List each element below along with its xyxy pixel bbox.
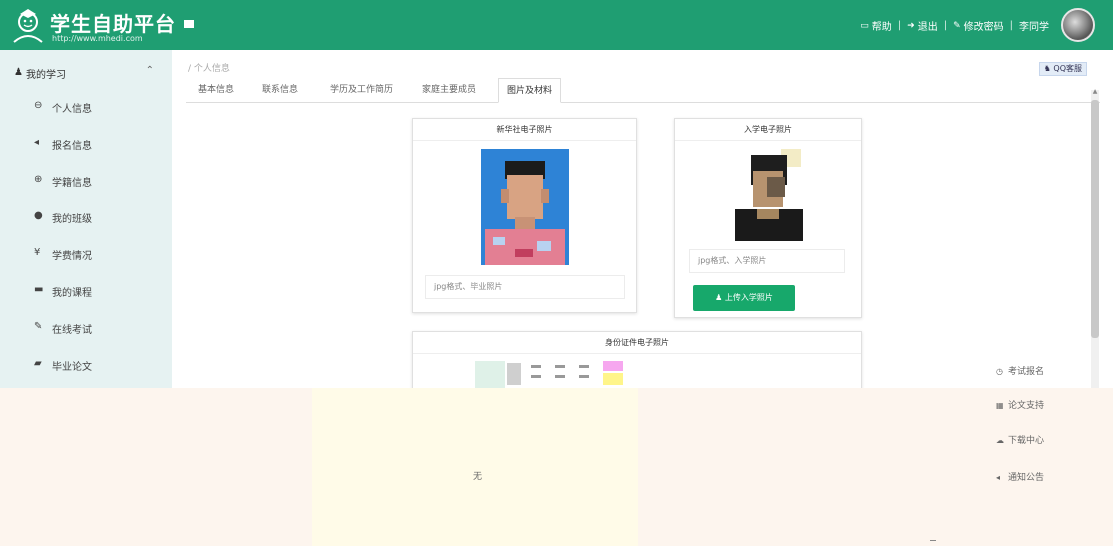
- sidebar-item-student-status[interactable]: ⊕ 学籍信息: [0, 162, 172, 198]
- header-links: ▭ 帮助 | ➜ 退出 | ✎ 修改密码 | 李同学: [860, 18, 1049, 33]
- user-avatar[interactable]: [1061, 8, 1095, 42]
- username-link[interactable]: 李同学: [1019, 18, 1049, 33]
- sidebar-item-label: 在线考试: [52, 325, 92, 336]
- sidebar-item-online-exam[interactable]: ✎ 在线考试: [0, 309, 172, 345]
- sidebar-item-tuition[interactable]: ¥ 学费情况: [0, 235, 172, 271]
- student-logo-icon: [13, 9, 43, 43]
- quick-link-download-center[interactable]: ☁ 下载中心: [996, 433, 1044, 446]
- panel-title: 身份证件电子照片: [413, 332, 861, 354]
- tab-education-resume[interactable]: 学历及工作简历: [322, 78, 401, 103]
- qq-support-button[interactable]: ♞ QQ客服: [1038, 62, 1087, 76]
- scroll-up-arrow[interactable]: ▲: [1091, 88, 1099, 95]
- enrollment-photo-image: [731, 147, 807, 241]
- sidebar-item-label: 毕业论文: [52, 362, 92, 373]
- clock-icon: ◷: [996, 367, 1003, 376]
- user-icon: ♟: [715, 293, 725, 302]
- circle-icon: ●: [34, 210, 43, 221]
- sidebar-item-my-courses[interactable]: ▬ 我的课程: [0, 272, 172, 308]
- app-root: 学生自助平台 http://www.mhedi.com ▭ 帮助 | ➜ 退出 | …: [0, 0, 1113, 546]
- cloud-download-icon: ☁: [996, 436, 1004, 445]
- overlay-quick-links-area: [966, 388, 1113, 546]
- tab-contact-info[interactable]: 联系信息: [254, 78, 306, 103]
- panel-title: 入学电子照片: [675, 119, 861, 141]
- upload-enrollment-photo-button[interactable]: ♟ 上传入学照片: [693, 285, 795, 311]
- tab-images-materials[interactable]: 图片及材料: [498, 78, 562, 103]
- grid-icon: ▦: [996, 401, 1004, 410]
- enrollment-photo-panel: 入学电子照片 jpg格式、入学照片 ♟ 上传入学照片: [674, 118, 862, 318]
- platform-logo[interactable]: 学生自助平台 http://www.mhedi.com: [10, 4, 175, 46]
- help-link[interactable]: ▭ 帮助: [860, 18, 892, 34]
- globe-icon: ⊕: [34, 174, 43, 185]
- empty-text: 无: [473, 472, 483, 482]
- tab-family-members[interactable]: 家庭主要成员: [414, 78, 484, 103]
- tab-basic-info[interactable]: 基本信息: [190, 78, 242, 103]
- separator: |: [897, 20, 902, 31]
- divider: [930, 540, 936, 541]
- sidebar-item-label: 学费情况: [52, 251, 92, 262]
- sidebar-item-label: 个人信息: [52, 104, 92, 115]
- breadcrumb: / 个人信息: [188, 64, 230, 74]
- logout-link[interactable]: ➜ 退出: [907, 18, 938, 34]
- sidebar-item-registration[interactable]: ◂ 报名信息: [0, 125, 172, 161]
- graduation-photo-field[interactable]: jpg格式、毕业照片: [425, 275, 625, 299]
- graduation-photo-panel: 新华社电子照片 jpg格式、毕业照片: [412, 118, 637, 313]
- lower-overlay: 无: [0, 388, 1113, 546]
- overlay-middle-area: [312, 388, 638, 546]
- yen-icon: ¥: [34, 247, 41, 258]
- sidebar-item-label: 学籍信息: [52, 178, 92, 189]
- chevron-up-icon: ⌃: [145, 65, 154, 76]
- id-card-photo-image: [475, 359, 647, 389]
- menu-icon: [184, 20, 194, 28]
- menu-toggle-button[interactable]: [184, 20, 196, 30]
- quick-link-exam-registration[interactable]: ◷ 考试报名: [996, 364, 1044, 377]
- top-header: 学生自助平台 http://www.mhedi.com ▭ 帮助 | ➜ 退出 | …: [0, 0, 1113, 50]
- change-password-link[interactable]: ✎ 修改密码: [953, 18, 1004, 34]
- quick-link-thesis-support[interactable]: ▦ 论文支持: [996, 398, 1044, 411]
- logout-icon: ➜: [907, 20, 915, 31]
- sidebar-item-my-class[interactable]: ● 我的班级: [0, 198, 172, 234]
- id-card-photo-panel: 身份证件电子照片: [412, 331, 862, 391]
- enrollment-photo-field[interactable]: jpg格式、入学照片: [689, 249, 845, 273]
- overlay-left-area: [0, 388, 312, 546]
- user-circle-icon: ⊖: [34, 100, 43, 111]
- megaphone-icon: ◂: [996, 473, 1001, 482]
- separator: |: [943, 20, 948, 31]
- monitor-icon: ▭: [860, 20, 869, 31]
- book-icon: ▬: [34, 284, 44, 295]
- platform-url: http://www.mhedi.com: [52, 34, 143, 43]
- panel-title: 新华社电子照片: [413, 119, 636, 141]
- sidebar-item-personal-info[interactable]: ⊖ 个人信息: [0, 88, 172, 124]
- sidebar-item-label: 我的课程: [52, 288, 92, 299]
- sidebar: ♟ 我的学习 ⌃ ⊖ 个人信息 ◂ 报名信息 ⊕ 学籍信息 ● 我的班级 ¥ 学…: [0, 50, 172, 388]
- user-icon: ♟: [14, 67, 23, 78]
- tab-bar: 基本信息 联系信息 学历及工作简历 家庭主要成员 图片及材料: [186, 78, 1100, 103]
- platform-title: 学生自助平台: [50, 12, 176, 36]
- sidebar-section-label: 我的学习: [26, 70, 66, 81]
- sidebar-item-label: 我的班级: [52, 214, 92, 225]
- sidebar-item-thesis[interactable]: ▰ 毕业论文: [0, 346, 172, 382]
- scrollbar-thumb[interactable]: [1091, 100, 1099, 338]
- qq-icon: ♞: [1043, 64, 1054, 73]
- paper-icon: ▰: [34, 358, 42, 369]
- separator: |: [1009, 20, 1013, 31]
- main-content: / 个人信息 ♞ QQ客服 基本信息 联系信息 学历及工作简历 家庭主要成员 图…: [172, 50, 1113, 391]
- quick-link-announcements[interactable]: ◂ 通知公告: [996, 470, 1044, 483]
- pencil-icon: ✎: [34, 321, 43, 332]
- megaphone-icon: ◂: [34, 137, 40, 148]
- pencil-icon: ✎: [953, 20, 961, 31]
- graduation-photo-image: [481, 149, 569, 265]
- sidebar-item-label: 报名信息: [52, 141, 92, 152]
